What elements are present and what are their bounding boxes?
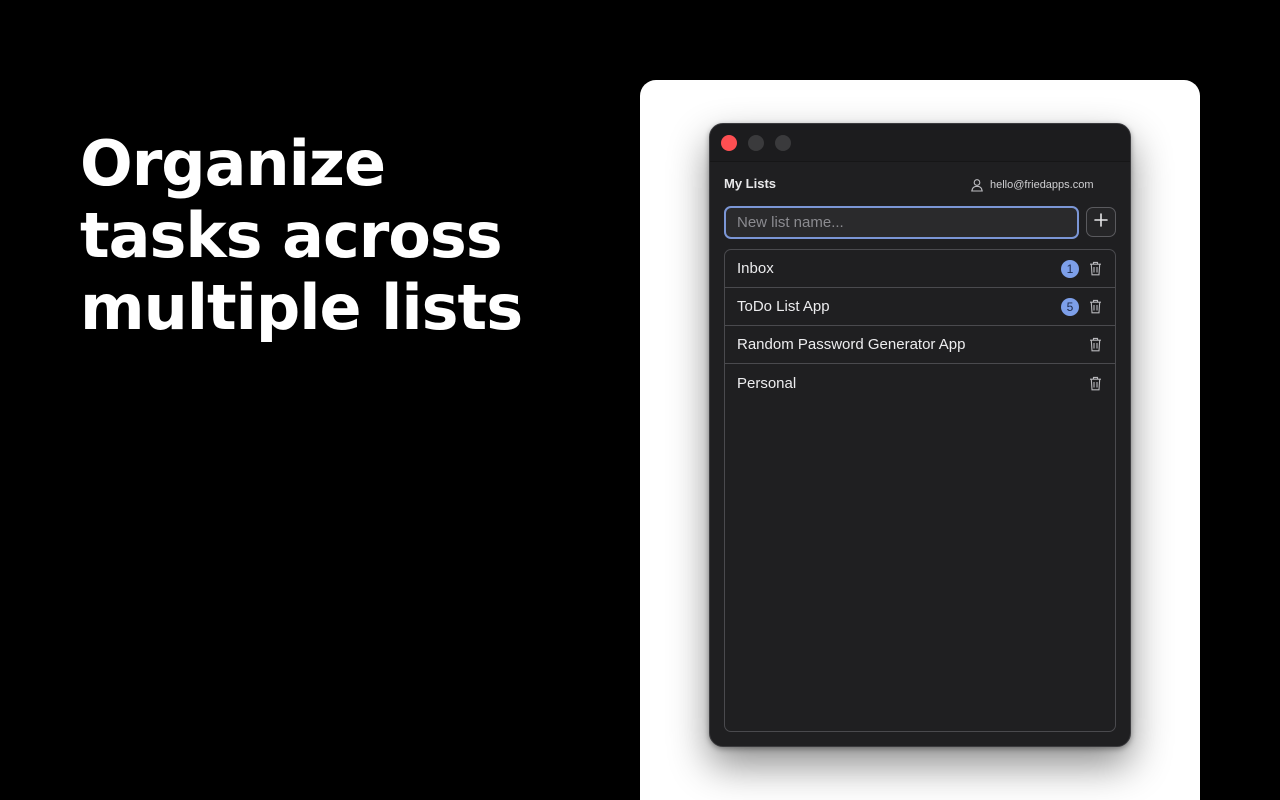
headline-line-3: multiple lists — [80, 271, 523, 344]
add-list-button[interactable] — [1086, 207, 1116, 237]
trash-icon[interactable] — [1087, 375, 1103, 391]
user-icon — [970, 178, 984, 192]
list-item-label: Personal — [737, 374, 797, 392]
account-info[interactable]: hello@friedapps.com — [970, 176, 1094, 194]
list-item-inbox[interactable]: Inbox 1 — [725, 250, 1115, 288]
app-window: My Lists hello@friedapps.com Inbox 1 — [709, 123, 1131, 747]
plus-icon — [1094, 212, 1108, 232]
list-item-personal[interactable]: Personal — [725, 364, 1115, 402]
task-count-badge: 5 — [1061, 297, 1079, 316]
marketing-headline: Organize tasks across multiple lists — [80, 128, 600, 344]
trash-icon[interactable] — [1087, 299, 1103, 315]
trash-icon[interactable] — [1087, 337, 1103, 353]
headline-line-1: Organize — [80, 127, 386, 200]
trash-icon[interactable] — [1087, 261, 1103, 277]
task-count-badge: 1 — [1061, 259, 1079, 278]
list-item-todo-list-app[interactable]: ToDo List App 5 — [725, 288, 1115, 326]
list-item-label: ToDo List App — [737, 298, 830, 315]
list-item-label: Inbox — [737, 260, 774, 277]
zoom-window-button[interactable] — [775, 135, 791, 151]
title-bar — [710, 124, 1130, 162]
lists-header-title: My Lists — [724, 176, 777, 191]
list-item-random-password-generator-app[interactable]: Random Password Generator App — [725, 326, 1115, 364]
lists-panel: Inbox 1 ToDo List App 5 Random Password … — [724, 249, 1116, 732]
new-list-name-input[interactable] — [724, 206, 1079, 239]
headline-line-2: tasks across — [80, 199, 503, 272]
list-item-label: Random Password Generator App — [737, 336, 966, 353]
account-email: hello@friedapps.com — [990, 179, 1094, 191]
minimize-window-button[interactable] — [748, 135, 764, 151]
close-window-button[interactable] — [721, 135, 737, 151]
